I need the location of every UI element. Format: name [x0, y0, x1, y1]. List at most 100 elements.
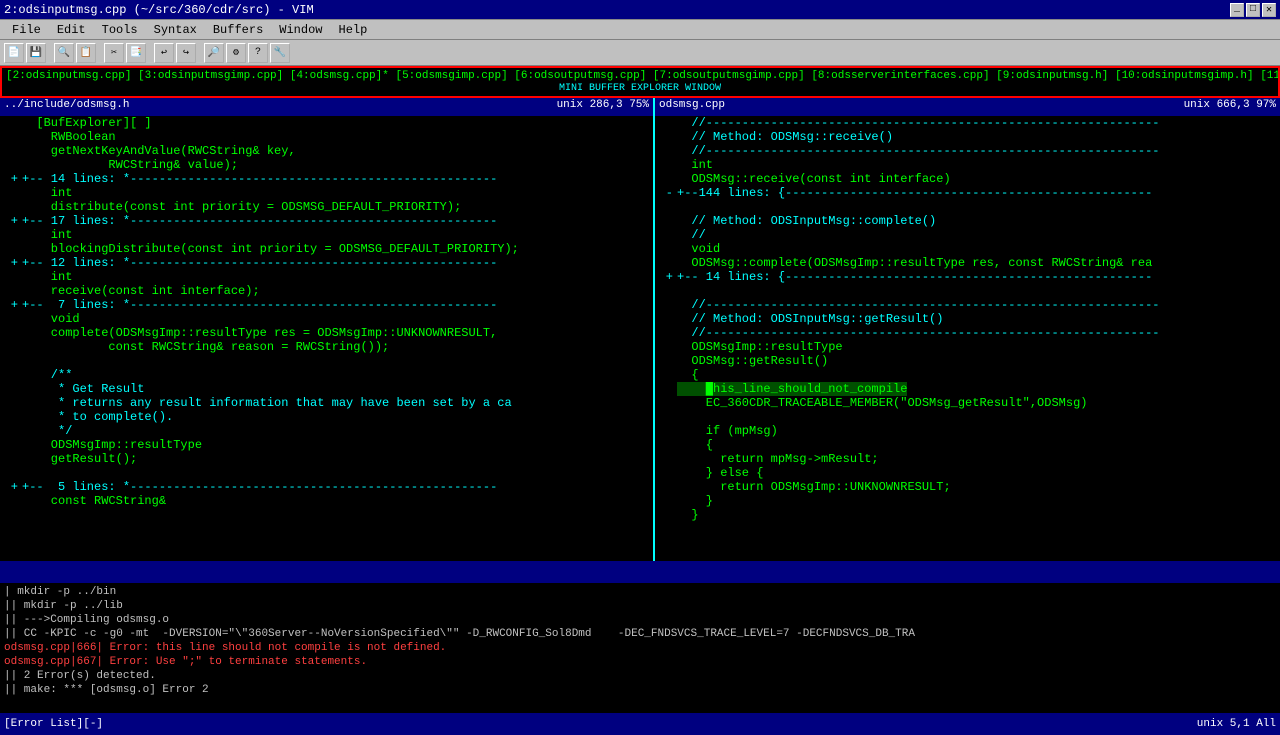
minimize-button[interactable]: _ [1230, 3, 1244, 17]
toolbar-btn-0[interactable]: 📄 [4, 43, 24, 63]
line-content: //--------------------------------------… [677, 326, 1159, 340]
line-content: +-- 14 lines: {-------------------------… [677, 270, 1152, 284]
line-content: RWCString& value); [22, 158, 238, 172]
left-code-line: ++-- 14 lines: *------------------------… [2, 172, 651, 186]
line-content: [BufExplorer][ ] [22, 116, 152, 130]
toolbar-btn-1[interactable]: 💾 [26, 43, 46, 63]
left-code-line: const RWCString& [2, 494, 651, 508]
line-content: { [677, 438, 713, 452]
line-gutter [657, 452, 673, 466]
line-gutter [657, 144, 673, 158]
line-gutter [2, 116, 18, 130]
menu-item-buffers[interactable]: Buffers [205, 22, 271, 38]
line-content: void [22, 312, 80, 326]
menu-item-syntax[interactable]: Syntax [146, 22, 205, 38]
line-content: return mpMsg->mResult; [677, 452, 879, 466]
line-content: //--------------------------------------… [677, 298, 1159, 312]
line-content: int [677, 158, 713, 172]
menu-item-window[interactable]: Window [271, 22, 330, 38]
toolbar-btn-9[interactable]: ⚙ [226, 43, 246, 63]
toolbar-btn-3[interactable]: 📋 [76, 43, 96, 63]
line-gutter [2, 130, 18, 144]
right-code-area[interactable]: //--------------------------------------… [655, 116, 1280, 561]
left-code-line: ++-- 7 lines: *-------------------------… [2, 298, 651, 312]
left-status-bar: ../include/odsmsg.h unix 286,3 75% [0, 98, 653, 116]
maximize-button[interactable]: □ [1246, 3, 1260, 17]
line-content: getNextKeyAndValue(RWCString& key, [22, 144, 296, 158]
right-status-bar: odsmsg.cpp unix 666,3 97% [655, 98, 1280, 116]
toolbar-btn-7[interactable]: ↪ [176, 43, 196, 63]
left-code-line: int [2, 228, 651, 242]
line-content: { [677, 368, 699, 382]
toolbar-btn-2[interactable]: 🔍 [54, 43, 74, 63]
line-gutter [2, 354, 18, 368]
line-content: EC_360CDR_TRACEABLE_MEMBER("ODSMsg_getRe… [677, 396, 1087, 410]
menu-item-file[interactable]: File [4, 22, 49, 38]
right-code-line [657, 284, 1278, 298]
output-line: odsmsg.cpp|666| Error: this line should … [4, 641, 1276, 655]
cmd-text: [Error List][-] [4, 718, 103, 730]
toolbar-btn-8[interactable]: 🔎 [204, 43, 224, 63]
toolbar-btn-10[interactable]: ? [248, 43, 268, 63]
output-area: | mkdir -p ../bin|| mkdir -p ../lib|| --… [0, 583, 1280, 713]
line-gutter [2, 368, 18, 382]
toolbar-btn-6[interactable]: ↩ [154, 43, 174, 63]
line-gutter [657, 438, 673, 452]
right-code-line: if (mpMsg) [657, 424, 1278, 438]
right-code-line: █his_line_should_not_compile [657, 382, 1278, 396]
right-code-line: ODSMsg::complete(ODSMsgImp::resultType r… [657, 256, 1278, 270]
right-code-line: void [657, 242, 1278, 256]
line-gutter [2, 228, 18, 242]
buffer-tabs[interactable]: [2:odsinputmsg.cpp] [3:odsinputmsgimp.cp… [0, 66, 1280, 98]
right-code-line: //--------------------------------------… [657, 116, 1278, 130]
left-code-line: const RWCString& reason = RWCString()); [2, 340, 651, 354]
menu-item-tools[interactable]: Tools [94, 22, 146, 38]
menu-item-edit[interactable]: Edit [49, 22, 94, 38]
line-content: +-- 17 lines: *-------------------------… [22, 214, 497, 228]
right-code-line: //--------------------------------------… [657, 326, 1278, 340]
toolbar-btn-4[interactable]: ✂ [104, 43, 124, 63]
right-pane: odsmsg.cpp unix 666,3 97% //------------… [655, 98, 1280, 561]
right-code-line: } [657, 508, 1278, 522]
line-content: +--144 lines: {-------------------------… [677, 186, 1152, 200]
menu-item-help[interactable]: Help [331, 22, 376, 38]
line-content: ODSMsg::getResult() [677, 354, 828, 368]
line-gutter [657, 284, 673, 298]
line-content: const RWCString& [22, 494, 166, 508]
line-gutter [657, 242, 673, 256]
left-code-line: * returns any result information that ma… [2, 396, 651, 410]
line-content: } [677, 494, 713, 508]
line-content: complete(ODSMsgImp::resultType res = ODS… [22, 326, 497, 340]
line-content: } else { [677, 466, 763, 480]
line-gutter [2, 186, 18, 200]
output-line: || --->Compiling odsmsg.o [4, 613, 1276, 627]
toolbar-btn-11[interactable]: 🔧 [270, 43, 290, 63]
line-content: +-- 14 lines: *-------------------------… [22, 172, 497, 186]
line-content: * to complete(). [22, 410, 173, 424]
left-code-area[interactable]: [BufExplorer][ ] RWBoolean getNextKeyAnd… [0, 116, 653, 561]
command-line[interactable]: [Error List][-] unix 5,1 All [0, 713, 1280, 735]
line-gutter: - [657, 186, 673, 200]
left-code-line: RWCString& value); [2, 158, 651, 172]
line-gutter [2, 466, 18, 480]
line-content: // [677, 228, 706, 242]
left-position: unix 286,3 75% [557, 99, 649, 115]
right-code-line: // Method: ODSInputMsg::complete() [657, 214, 1278, 228]
line-gutter [657, 214, 673, 228]
left-code-line [2, 466, 651, 480]
line-gutter [657, 256, 673, 270]
left-code-line: * Get Result [2, 382, 651, 396]
close-button[interactable]: ✕ [1262, 3, 1276, 17]
line-content: if (mpMsg) [677, 424, 778, 438]
line-gutter [2, 396, 18, 410]
line-content: ODSMsgImp::resultType [22, 438, 202, 452]
line-content: * Get Result [22, 382, 144, 396]
line-content: ODSMsg::receive(const int interface) [677, 172, 951, 186]
toolbar-btn-5[interactable]: 📑 [126, 43, 146, 63]
line-gutter [2, 424, 18, 438]
left-code-line [2, 354, 651, 368]
line-gutter [2, 284, 18, 298]
line-content: int [22, 186, 72, 200]
left-pane: ../include/odsmsg.h unix 286,3 75% [BufE… [0, 98, 655, 561]
line-content: } [677, 508, 699, 522]
